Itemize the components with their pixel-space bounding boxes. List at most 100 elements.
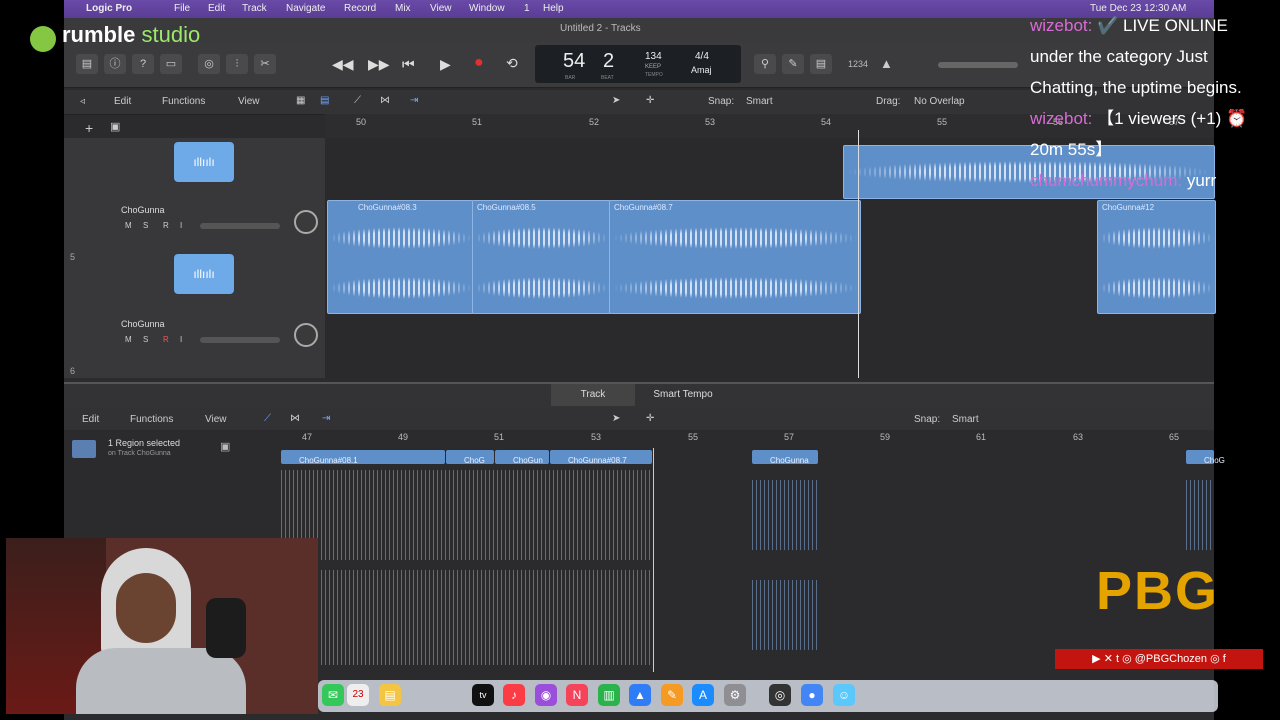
playhead[interactable] [653, 448, 654, 672]
help-icon[interactable]: ? [132, 54, 154, 74]
snap-value[interactable]: Smart [952, 414, 979, 425]
editor-region[interactable]: ChoGun [495, 450, 549, 465]
menu-app[interactable]: Logic Pro [86, 3, 132, 14]
list-editor-icon[interactable]: ▤ [810, 54, 832, 74]
menu-window[interactable]: Window [469, 3, 505, 14]
numbers-icon[interactable]: ▥ [598, 684, 620, 706]
add-track-icon[interactable]: + [85, 120, 93, 136]
audio-region[interactable]: ChoGunna#08.3 [327, 200, 474, 314]
record-enable-button[interactable]: R [163, 221, 169, 230]
music-icon[interactable]: ♪ [503, 684, 525, 706]
messages-icon[interactable]: ✉ [322, 684, 344, 706]
fast-forward-button[interactable]: ▶▶ [368, 56, 390, 73]
input-monitor-button[interactable]: I [180, 335, 182, 344]
catch-icon[interactable]: ⇥ [322, 413, 330, 424]
solo-button[interactable]: S [143, 335, 148, 344]
flex-icon[interactable]: ⟋ [264, 413, 271, 424]
scissors-icon[interactable]: ⋈ [380, 95, 390, 106]
pointer-tool-icon[interactable]: ➤ [612, 413, 620, 424]
flex-icon[interactable]: ⟋ [354, 95, 361, 106]
solo-button[interactable]: S [143, 221, 148, 230]
record-enable-button[interactable]: R [163, 335, 169, 344]
calendar-icon[interactable]: 23 [347, 684, 369, 706]
menu-file[interactable]: File [174, 3, 190, 14]
settings-icon[interactable]: ⚙ [724, 684, 746, 706]
track-name[interactable]: ChoGunna [121, 319, 165, 329]
drag-value[interactable]: No Overlap [914, 96, 965, 107]
go-to-start-button[interactable]: ⏮ [402, 56, 415, 73]
pan-knob[interactable] [294, 210, 318, 234]
scissors-icon[interactable]: ⋈ [290, 413, 300, 424]
mixer-icon[interactable]: ⫶ [226, 54, 248, 74]
record-button[interactable]: ● [474, 54, 484, 72]
chat-overlay: wizebot: ✔️ LIVE ONLINE under the catego… [1030, 10, 1275, 250]
notes-icon[interactable]: ▤ [379, 684, 401, 706]
view-menu[interactable]: View [238, 96, 260, 107]
edit-menu[interactable]: Edit [82, 414, 99, 425]
playhead[interactable] [858, 130, 859, 378]
input-monitor-button[interactable]: I [180, 221, 182, 230]
finder-icon[interactable]: ☺ [833, 684, 855, 706]
functions-menu[interactable]: Functions [130, 414, 173, 425]
editor-region[interactable]: ChoGunna#08.1 [281, 450, 445, 465]
info-icon[interactable]: ⓘ [104, 54, 126, 74]
cycle-button[interactable]: ⟲ [506, 55, 518, 72]
pan-knob[interactable] [294, 323, 318, 347]
lcd-mini[interactable]: 1234 [848, 59, 868, 69]
keynote-icon[interactable]: ▲ [629, 684, 651, 706]
podcasts-icon[interactable]: ◉ [535, 684, 557, 706]
rewind-button[interactable]: ◀◀ [332, 56, 354, 73]
functions-menu[interactable]: Functions [162, 96, 205, 107]
volume-fader[interactable] [200, 337, 280, 343]
menu-mix[interactable]: Mix [395, 3, 411, 14]
lcd-display[interactable]: 54 2 BAR BEAT 134 KEEP TEMPO 4/4 Amaj [535, 45, 741, 83]
tab-smart-tempo[interactable]: Smart Tempo [640, 384, 726, 406]
editor-region[interactable]: ChoGunna [752, 450, 818, 465]
track-name[interactable]: ChoGunna [121, 205, 165, 215]
tab-track[interactable]: Track [551, 384, 635, 406]
editor-region[interactable]: ChoGunna#08.7 [550, 450, 652, 465]
menu-view[interactable]: View [430, 3, 452, 14]
tracks-view-icon[interactable]: ▤ [320, 95, 329, 106]
tuner-icon[interactable]: ⚲ [754, 54, 776, 74]
menu-edit[interactable]: Edit [208, 3, 225, 14]
catch-icon[interactable]: ⇥ [410, 95, 418, 106]
mute-button[interactable]: M [125, 335, 132, 344]
master-volume-slider[interactable] [938, 62, 1018, 68]
appstore-icon[interactable]: A [692, 684, 714, 706]
editor-ruler[interactable] [240, 430, 1214, 448]
audio-region[interactable]: ChoGunna#08.5 [472, 200, 611, 314]
menu-help[interactable]: Help [543, 3, 564, 14]
logic-icon[interactable]: ◎ [769, 684, 791, 706]
plus-tool-icon[interactable]: ✛ [646, 95, 654, 106]
menu-navigate[interactable]: Navigate [286, 3, 325, 14]
edit-menu[interactable]: Edit [114, 96, 131, 107]
plus-tool-icon[interactable]: ✛ [646, 413, 654, 424]
editor-region[interactable]: ChoG [446, 450, 494, 465]
smart-controls-icon[interactable]: ◎ [198, 54, 220, 74]
library-icon[interactable]: ▤ [76, 54, 98, 74]
toolbar-icon[interactable]: ▭ [160, 54, 182, 74]
menu-record[interactable]: Record [344, 3, 376, 14]
pointer-tool-icon[interactable]: ➤ [612, 95, 620, 106]
appletv-icon[interactable]: tv [472, 684, 494, 706]
chrome-icon[interactable]: ● [801, 684, 823, 706]
track-options-icon[interactable]: ▣ [110, 120, 120, 133]
back-icon[interactable]: ◃ [80, 96, 85, 107]
volume-fader[interactable] [200, 223, 280, 229]
news-icon[interactable]: N [566, 684, 588, 706]
metronome-icon[interactable]: ▲ [880, 56, 893, 71]
menu-track[interactable]: Track [242, 3, 267, 14]
editor-region[interactable]: ChoG [1186, 450, 1225, 465]
pencil-icon[interactable]: ✎ [782, 54, 804, 74]
snap-value[interactable]: Smart [746, 96, 773, 107]
mute-button[interactable]: M [125, 221, 132, 230]
menu-1[interactable]: 1 [524, 3, 530, 14]
view-menu[interactable]: View [205, 414, 227, 425]
pages-icon[interactable]: ✎ [661, 684, 683, 706]
region-options-icon[interactable]: ▣ [220, 440, 230, 453]
grid-icon[interactable]: ▦ [296, 95, 305, 106]
audio-region[interactable]: ChoGunna#08.7 [609, 200, 861, 314]
editors-icon[interactable]: ✂ [254, 54, 276, 74]
play-button[interactable]: ▶ [440, 56, 451, 73]
